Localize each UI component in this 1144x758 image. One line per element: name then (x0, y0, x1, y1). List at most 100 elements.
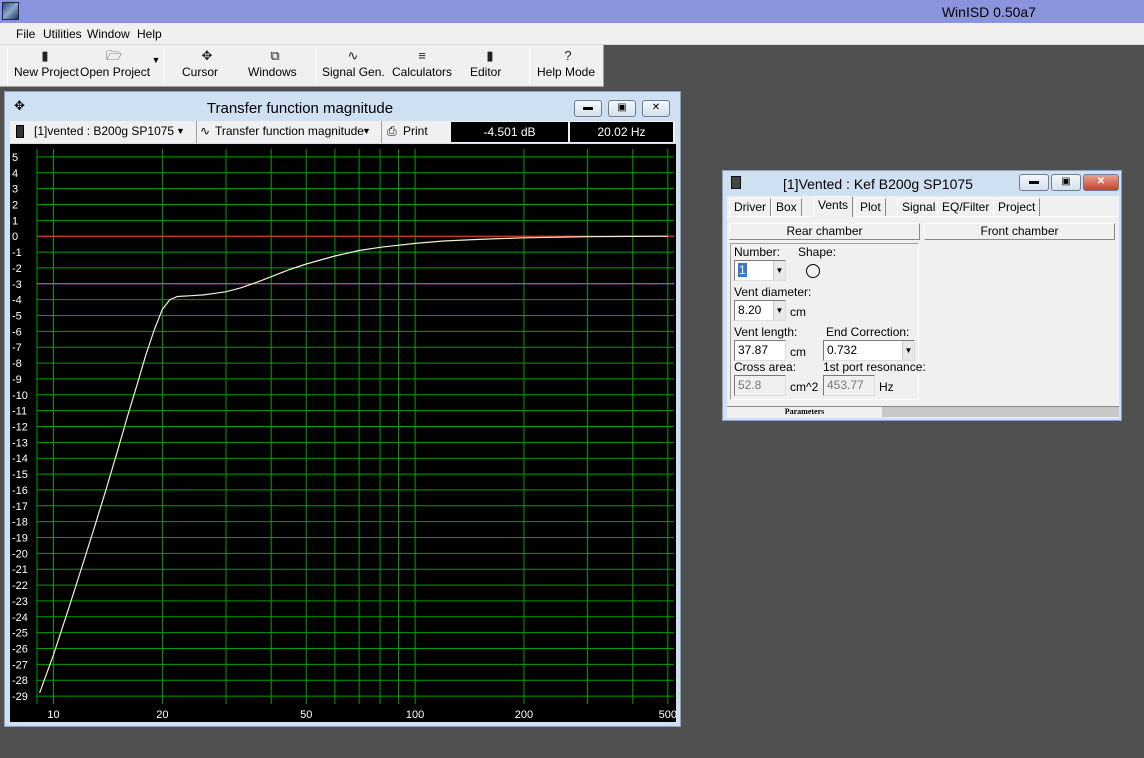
windows-button[interactable]: ⧉ Windows (248, 47, 302, 85)
close-button[interactable]: ✕ (642, 100, 670, 117)
graph-titlebar[interactable]: ✥ Transfer function magnitude ▬ ▣ ✕ (5, 92, 680, 120)
number-select[interactable]: 1 ▼ (734, 260, 786, 281)
open-project-dropdown-arrow[interactable]: ▼ (150, 55, 162, 93)
circle-shape-icon[interactable] (806, 264, 820, 278)
chevron-down-icon[interactable]: ▼ (773, 261, 785, 280)
graph-toolbar: [1]vented : B200g SP1075 ▼ ∿ Transfer fu… (10, 121, 675, 143)
new-project-button[interactable]: ▮ New Project (14, 47, 79, 85)
vent-dialog-titlebar[interactable]: [1]Vented : Kef B200g SP1075 ▬ ▣ ✕ (723, 171, 1121, 195)
minimize-button[interactable]: ▬ (574, 100, 602, 117)
print-button[interactable]: Print (403, 124, 428, 138)
signal-gen-button[interactable]: ∿ Signal Gen. (322, 47, 385, 85)
menu-file[interactable]: File (16, 27, 35, 41)
graph-window-title: Transfer function magnitude (206, 100, 394, 117)
toolbar-separator (7, 48, 8, 84)
y-tick-label: 3 (12, 184, 18, 196)
project-select[interactable]: [1]vented : B200g SP1075 (34, 124, 174, 138)
end-correction-label: End Correction: (826, 325, 910, 339)
y-tick-label: -12 (12, 422, 28, 434)
y-tick-label: -26 (12, 644, 28, 656)
y-tick-label: -11 (12, 406, 27, 418)
chevron-down-icon[interactable]: ▼ (773, 301, 785, 320)
app-icon[interactable] (2, 2, 19, 20)
chevron-down-icon[interactable]: ▼ (362, 126, 371, 136)
port-resonance-unit: Hz (879, 380, 894, 394)
menu-window[interactable]: Window (87, 27, 130, 41)
y-tick-label: -28 (12, 675, 28, 687)
y-tick-label: -24 (12, 612, 28, 624)
toolbar-separator (164, 48, 165, 84)
hz-readout: 20.02 Hz (570, 122, 673, 142)
tab-divider (727, 216, 1119, 217)
tab-plot[interactable]: Plot (855, 198, 886, 216)
y-tick-label: -22 (12, 580, 28, 592)
tab-vents[interactable]: Vents (813, 196, 854, 217)
calculator-icon: ≡ (418, 48, 426, 63)
y-tick-label: -20 (12, 548, 28, 560)
maximize-button[interactable]: ▣ (1051, 174, 1081, 191)
open-project-button[interactable]: 🗁 Open Project (80, 47, 150, 85)
toolbar-separator (315, 48, 316, 84)
transfer-function-plot[interactable]: 5 4 3 2 1 0 -1 -2 -3 -4 -5 -6 -7 -8 -9 -10 -11 -12 -13 -14-… (10, 144, 676, 722)
db-readout: -4.501 dB (451, 122, 568, 142)
chevron-down-icon[interactable]: ▼ (902, 341, 914, 360)
tab-box[interactable]: Box (771, 198, 802, 216)
y-tick-label: -7 (12, 342, 22, 354)
x-tick-label: 20 (156, 709, 168, 721)
help-mode-button[interactable]: ? Help Mode (537, 47, 599, 85)
tab-driver[interactable]: Driver (729, 198, 771, 216)
y-tick-label: -6 (12, 326, 22, 338)
status-panel-label: Parameters (727, 407, 882, 417)
question-icon: ? (564, 48, 572, 63)
rear-chamber-button[interactable]: Rear chamber (729, 223, 920, 240)
end-correction-select[interactable]: 0.732 ▼ (823, 340, 915, 361)
y-tick-label: 1 (12, 215, 18, 227)
speaker-icon (16, 125, 24, 138)
y-tick-label: -29 (12, 691, 28, 703)
y-tick-label: -27 (12, 659, 28, 671)
y-tick-label: 4 (12, 168, 18, 180)
close-button[interactable]: ✕ (1083, 174, 1119, 191)
app-title: WinISD 0.50a7 (941, 4, 1036, 20)
cursor-button[interactable]: ✥ Cursor (182, 47, 232, 85)
vent-length-field[interactable]: 37.87 (734, 340, 786, 361)
y-tick-label: 2 (12, 200, 18, 212)
y-tick-label: -17 (12, 501, 28, 513)
speaker-icon[interactable] (731, 176, 741, 189)
y-tick-label: -13 (12, 437, 28, 449)
editor-button[interactable]: ▮ Editor (470, 47, 510, 85)
main-toolbar: ▮ New Project 🗁 Open Project ▼ ✥ Cursor … (0, 45, 604, 87)
x-tick-label: 50 (300, 709, 312, 721)
graph-type-select[interactable]: Transfer function magnitude (215, 124, 364, 138)
tab-eq-filter[interactable]: EQ/Filter (937, 198, 995, 216)
x-tick-label: 100 (406, 709, 424, 721)
app-titlebar: WinISD 0.50a7 (0, 0, 1144, 23)
cursor-icon: ✥ (201, 48, 213, 63)
maximize-button[interactable]: ▣ (608, 100, 636, 117)
y-tick-label: -5 (12, 311, 22, 323)
y-tick-label: -16 (12, 485, 28, 497)
vent-diameter-field[interactable]: 8.20 ▼ (734, 300, 786, 321)
response-curve (39, 235, 668, 694)
y-tick-label: -10 (12, 390, 28, 402)
transfer-function-window: ✥ Transfer function magnitude ▬ ▣ ✕ [1]v… (4, 91, 681, 727)
front-chamber-button[interactable]: Front chamber (924, 223, 1115, 240)
tab-project[interactable]: Project (993, 198, 1041, 216)
port-resonance-field: 453.77 (823, 375, 875, 396)
calculators-button[interactable]: ≡ Calculators (392, 47, 452, 85)
menu-utilities[interactable]: Utilities (43, 27, 82, 41)
cross-area-unit: cm^2 (790, 380, 819, 394)
new-project-icon: ▮ (41, 48, 49, 63)
folder-icon: 🗁 (105, 48, 123, 63)
shape-label: Shape: (798, 245, 837, 259)
x-tick-label: 10 (47, 709, 59, 721)
minimize-button[interactable]: ▬ (1019, 174, 1049, 191)
menu-help[interactable]: Help (137, 27, 162, 41)
tab-signal[interactable]: Signal (897, 198, 941, 216)
y-tick-label: -19 (12, 533, 28, 545)
speaker-icon: ▮ (486, 48, 494, 63)
y-tick-label: -23 (12, 596, 28, 608)
toolbar-separator (196, 121, 197, 143)
vent-diameter-label: Vent diameter: (734, 285, 812, 299)
chevron-down-icon[interactable]: ▼ (176, 126, 185, 136)
